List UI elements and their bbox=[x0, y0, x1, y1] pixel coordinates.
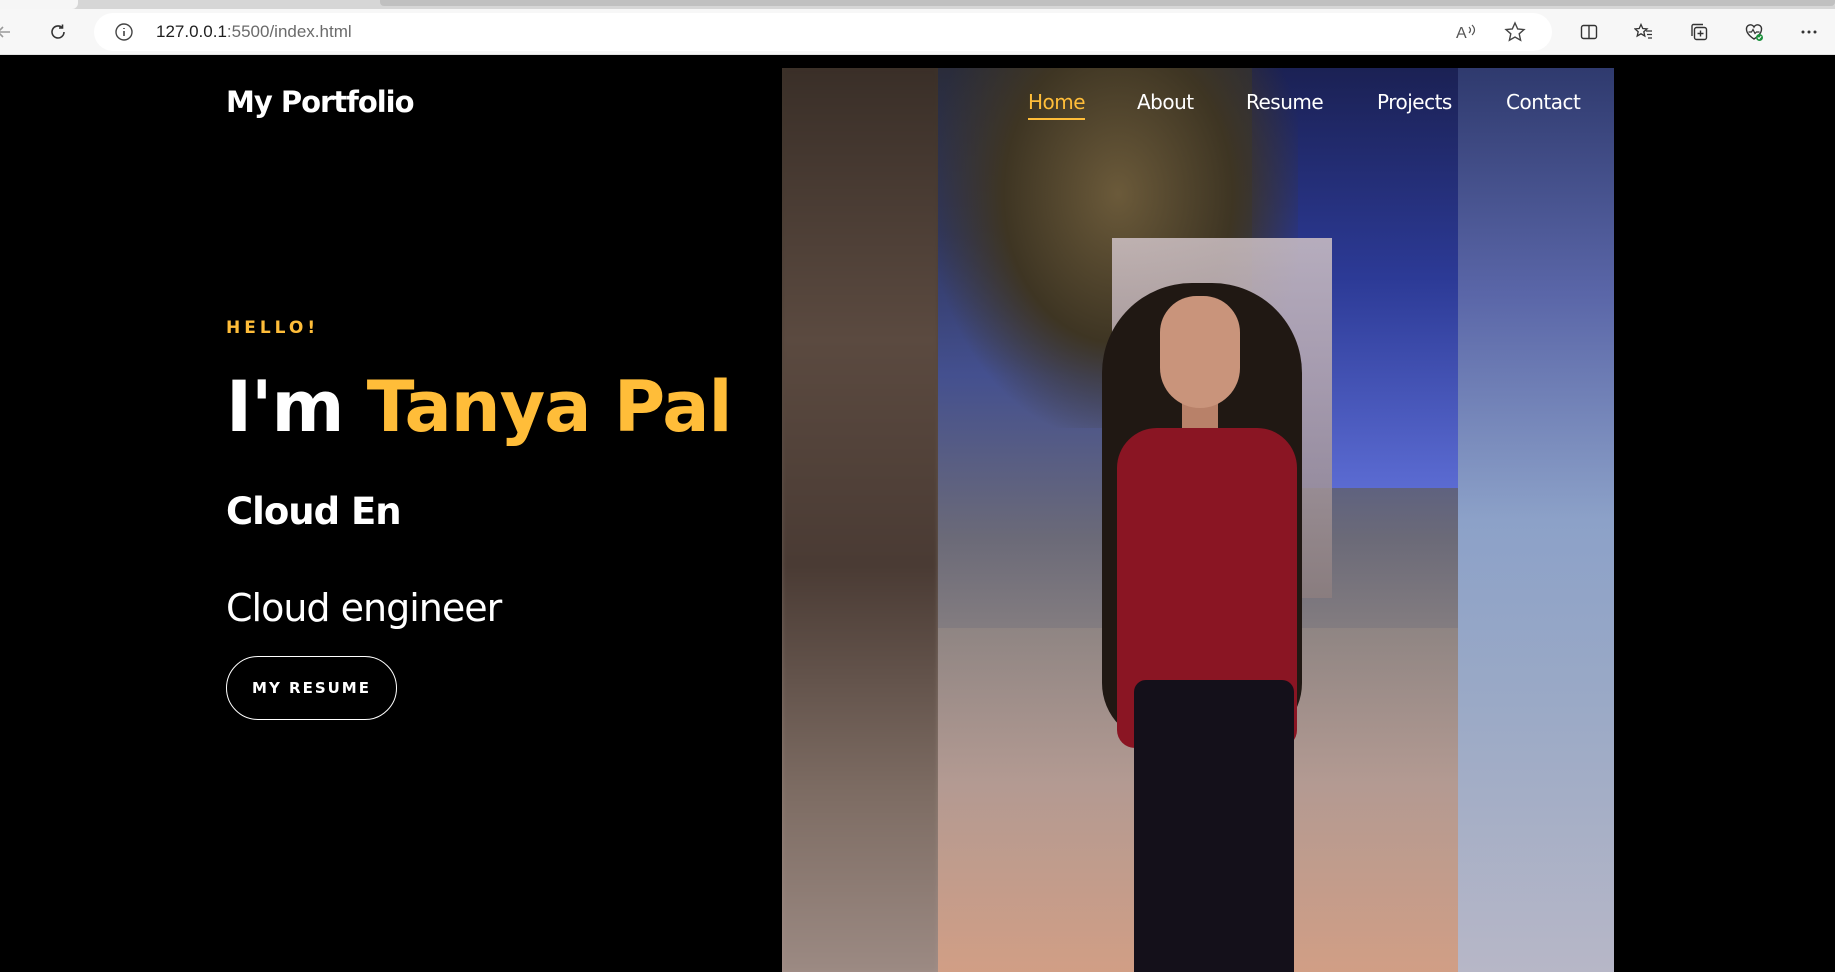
browser-essentials-icon[interactable] bbox=[1736, 14, 1772, 50]
photo-blurred-right-edge bbox=[1458, 68, 1614, 972]
main-nav: Home About Resume Projects Contact bbox=[1000, 84, 1620, 120]
back-icon[interactable] bbox=[0, 14, 22, 50]
hero-title-prefix: I'm bbox=[226, 366, 344, 448]
read-aloud-icon[interactable]: A bbox=[1456, 22, 1478, 42]
favorites-icon[interactable] bbox=[1626, 14, 1662, 50]
nav-projects[interactable]: Projects bbox=[1377, 84, 1452, 120]
hero-role: Cloud engineer bbox=[226, 586, 502, 630]
photo-blurred-left-edge bbox=[782, 68, 938, 972]
tab-strip-scrollbar[interactable] bbox=[380, 0, 1835, 6]
hero-photo bbox=[782, 68, 1614, 972]
nav-resume[interactable]: Resume bbox=[1246, 84, 1324, 120]
nav-home[interactable]: Home bbox=[1028, 84, 1086, 120]
hero-typed-text: Cloud En bbox=[226, 490, 402, 533]
active-tab[interactable] bbox=[0, 0, 78, 9]
photo-person-black-pants bbox=[1134, 680, 1294, 972]
hero-section: HELLO! I'm Tanya Pal Cloud En Cloud engi… bbox=[226, 56, 786, 972]
my-resume-button[interactable]: MY RESUME bbox=[226, 656, 397, 720]
favorite-star-icon[interactable] bbox=[1504, 21, 1526, 43]
portfolio-page: My Portfolio Home About Resume Projects … bbox=[0, 56, 1835, 972]
collections-icon[interactable] bbox=[1681, 14, 1717, 50]
site-info-icon[interactable] bbox=[114, 22, 134, 42]
hero-name: Tanya Pal bbox=[366, 366, 733, 448]
hero-title: I'm Tanya Pal bbox=[226, 362, 733, 452]
nav-about[interactable]: About bbox=[1137, 84, 1194, 120]
svg-text:A: A bbox=[1456, 25, 1467, 42]
url-text[interactable]: 127.0.0.1:5500/index.html bbox=[156, 13, 352, 51]
split-screen-icon[interactable] bbox=[1571, 14, 1607, 50]
hero-greeting: HELLO! bbox=[226, 318, 320, 338]
address-bar[interactable]: 127.0.0.1:5500/index.html A bbox=[94, 13, 1552, 51]
refresh-icon[interactable] bbox=[40, 14, 76, 50]
url-host: 127.0.0.1 bbox=[156, 22, 227, 41]
url-path: :5500/index.html bbox=[226, 22, 352, 41]
photo-person-face bbox=[1160, 296, 1240, 408]
more-options-icon[interactable] bbox=[1791, 14, 1827, 50]
tab-strip bbox=[0, 0, 1835, 9]
browser-toolbar: 127.0.0.1:5500/index.html A bbox=[0, 9, 1835, 55]
nav-contact[interactable]: Contact bbox=[1506, 84, 1581, 120]
